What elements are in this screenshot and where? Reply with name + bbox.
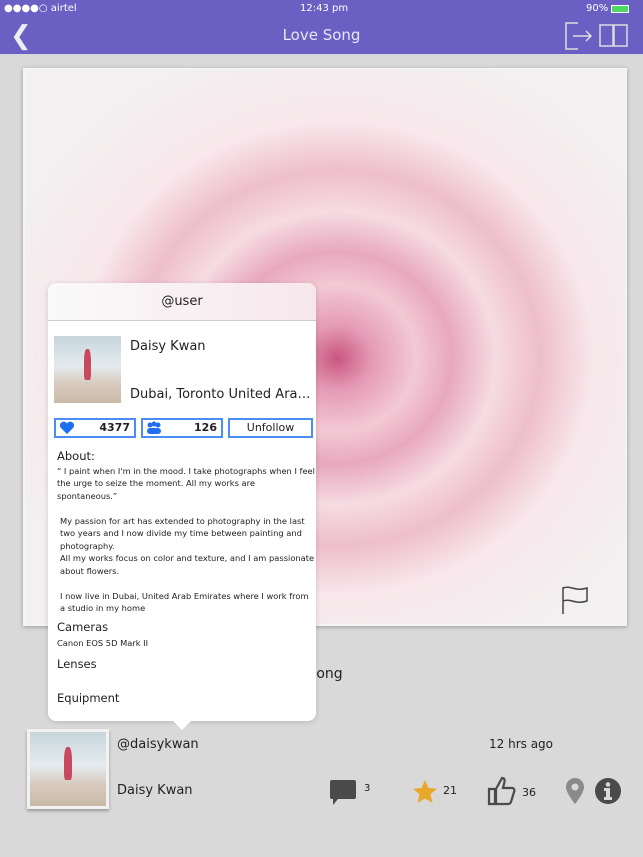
- about-text: All my works focus on color and texture,…: [60, 553, 315, 576]
- users-icon: [147, 421, 161, 434]
- camera-name: Canon EOS 5D Mark II: [57, 638, 149, 648]
- about-text: I now live in Dubai, United Arab Emirate…: [60, 590, 309, 614]
- lenses-heading: Lenses: [57, 656, 97, 671]
- flag-icon[interactable]: [560, 585, 592, 615]
- about-text: “ I paint when I'm in the mood. I take p…: [57, 465, 315, 501]
- user-name: Daisy Kwan: [130, 339, 206, 354]
- star-icon[interactable]: [411, 778, 439, 806]
- book-icon[interactable]: [598, 23, 630, 49]
- user-avatar: [54, 336, 121, 403]
- carrier: ●●●●○ airtel: [4, 3, 77, 14]
- heart-icon: [59, 421, 75, 434]
- info-icon[interactable]: [594, 777, 622, 805]
- about-text: My passion for art has extended to photo…: [60, 515, 305, 551]
- comment-count: 3: [364, 783, 371, 794]
- unfollow-button[interactable]: Unfollow: [228, 418, 313, 438]
- about-section: About: “ I paint when I'm in the mood. I…: [57, 450, 315, 707]
- likes-count[interactable]: 4377: [54, 418, 136, 438]
- popover-arrow: [172, 720, 192, 730]
- author-username[interactable]: @daisykwan: [117, 737, 199, 752]
- logout-icon[interactable]: [564, 21, 594, 51]
- thumbs-up-icon[interactable]: [487, 776, 517, 806]
- popover-header: @user: [48, 283, 316, 321]
- equipment-heading: Equipment: [57, 691, 120, 705]
- battery-level: 90%: [586, 3, 609, 14]
- like-count: 36: [522, 786, 536, 799]
- page-title: Love Song: [282, 26, 361, 44]
- battery-icon: [611, 5, 629, 13]
- followers-count[interactable]: 126: [141, 418, 223, 438]
- clock: 12:43 pm: [300, 3, 349, 14]
- nav-bar: ❮ Love Song: [0, 18, 643, 54]
- star-count: 21: [443, 784, 457, 797]
- status-bar: ●●●●○ airtel 12:43 pm 90%: [0, 0, 643, 18]
- about-heading: About:: [57, 449, 95, 463]
- author-avatar[interactable]: [27, 729, 109, 809]
- comment-icon[interactable]: [329, 779, 357, 807]
- author-name[interactable]: Daisy Kwan: [117, 783, 193, 798]
- post-time: 12 hrs ago: [489, 737, 554, 751]
- user-location: Dubai, Toronto United Arab Emirates: [130, 387, 316, 402]
- cameras-heading: Cameras: [57, 619, 109, 634]
- user-popover: @user Daisy Kwan Dubai, Toronto United A…: [48, 283, 316, 721]
- location-pin-icon[interactable]: [564, 777, 586, 805]
